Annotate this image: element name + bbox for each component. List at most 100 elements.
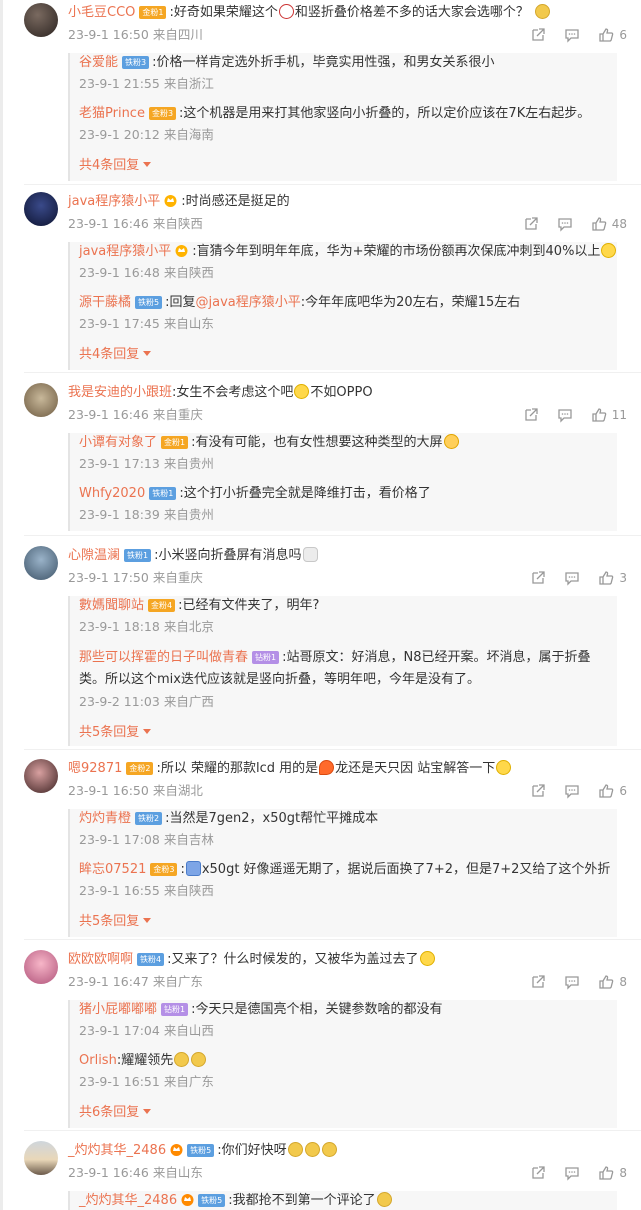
like-button[interactable]: 3 [598, 570, 627, 586]
divider [24, 1130, 641, 1131]
smirk-emoji-icon [443, 434, 459, 449]
sticker-emoji-icon [185, 861, 201, 876]
more-replies-link[interactable]: 共6条回复 [70, 1103, 617, 1123]
comment-button[interactable] [564, 783, 580, 799]
reply-username[interactable]: 源干藤橘 [79, 295, 131, 310]
comment-icon [565, 29, 580, 43]
comment-actions: 8 [530, 973, 627, 991]
reply-meta: 23-9-1 17:45 来自山东 [79, 316, 214, 331]
cat-emoji-icon [304, 1142, 320, 1157]
like-count: 8 [619, 1166, 627, 1180]
share-button[interactable] [530, 27, 546, 43]
divider [24, 939, 641, 940]
avatar[interactable] [24, 546, 58, 580]
reply-meta: 23-9-1 18:39 来自贵州 [79, 507, 214, 522]
comment-meta: 23-9-1 16:46 来自陕西 [68, 216, 203, 231]
vip-crown-icon [170, 1144, 183, 1156]
avatar[interactable] [24, 759, 58, 793]
comment-actions: 48 [523, 215, 627, 233]
comment-meta: 23-9-1 16:47 来自广东 [68, 974, 203, 989]
comment-actions: 3 [530, 569, 627, 587]
reply-username[interactable]: 數媽聞聊站 [79, 598, 144, 613]
reply-username[interactable]: Whfy2020 [79, 486, 145, 501]
fire-emoji-icon [319, 760, 335, 775]
comment-username[interactable]: 心隙温澜 [68, 548, 120, 563]
comment-username[interactable]: _灼灼其华_2486 [68, 1143, 166, 1158]
like-button[interactable]: 8 [598, 974, 627, 990]
like-button[interactable]: 48 [591, 216, 627, 232]
avatar[interactable] [24, 383, 58, 417]
more-replies-link[interactable]: 共5条回复 [70, 723, 617, 743]
mention-link[interactable]: @java程序猿小平 [196, 295, 301, 310]
share-button[interactable] [530, 570, 546, 586]
like-count: 8 [619, 975, 627, 989]
reply-username[interactable]: 猪小屁嘟嘟嘟 [79, 1002, 157, 1017]
comment-actions: 6 [530, 26, 627, 44]
reply-text: :盲猜今年到明年年底，华为+荣耀的市场份额再次保底冲刺到40%以上 [192, 244, 601, 259]
more-replies-link[interactable]: 共5条回复 [70, 912, 617, 932]
comment-text: 龙还是天只因 站宝解答一下 [335, 761, 496, 776]
reply-meta: 23-9-1 16:51 来自广东 [79, 1074, 214, 1089]
comment-actions: 8 [530, 1164, 627, 1182]
reply-username[interactable]: 眸忘07521 [79, 862, 146, 877]
fan-badge: 铁粉1 [124, 549, 152, 562]
fan-badge: 金粉4 [148, 599, 176, 612]
comment-button[interactable] [564, 27, 580, 43]
reply-meta: 23-9-1 17:08 来自吉林 [79, 832, 214, 847]
comment-username[interactable]: java程序猿小平 [68, 194, 160, 209]
share-button[interactable] [523, 216, 539, 232]
like-button[interactable]: 8 [598, 1165, 627, 1181]
reply-item: 那些可以挥霍的日子叫做青春 钻粉1:站哥原文：好消息，N8已经开案。坏消息，属于折… [70, 647, 617, 711]
comment-button[interactable] [564, 974, 580, 990]
more-replies-link[interactable]: 共4条回复 [70, 345, 617, 365]
reply-text: :今年年底吧华为20左右，荣耀15左右 [300, 295, 521, 310]
like-button[interactable]: 6 [598, 783, 627, 799]
avatar[interactable] [24, 3, 58, 37]
reply-meta: 23-9-1 17:13 来自贵州 [79, 456, 214, 471]
reply-username[interactable]: java程序猿小平 [79, 244, 171, 259]
share-button[interactable] [530, 1165, 546, 1181]
like-button[interactable]: 11 [591, 407, 627, 423]
fan-badge: 铁粉5 [135, 296, 163, 309]
fan-badge: 钻粉1 [161, 1003, 189, 1016]
vip-crown-icon [164, 195, 177, 207]
more-replies-link[interactable]: 共4条回复 [70, 156, 617, 176]
comment-button[interactable] [564, 570, 580, 586]
reply-username[interactable]: 老猫Prince [79, 106, 145, 121]
comment-text: 和竖折叠价格差不多的话大家会选哪个？ [294, 5, 529, 20]
like-button[interactable]: 6 [598, 27, 627, 43]
share-button[interactable] [530, 974, 546, 990]
share-button[interactable] [530, 783, 546, 799]
reply-username[interactable]: Orlish [79, 1053, 117, 1068]
avatar[interactable] [24, 192, 58, 226]
comment-button[interactable] [557, 407, 573, 423]
comment-button[interactable] [564, 1165, 580, 1181]
reply-username[interactable]: 小谭有对象了 [79, 435, 157, 450]
reply-username[interactable]: 那些可以挥霍的日子叫做青春 [79, 650, 248, 665]
comment-icon [558, 218, 572, 232]
reply-item: 數媽聞聊站 金粉4:已经有文件夹了，明年? 23-9-1 18:18 来自北京 [70, 596, 617, 636]
reply-username[interactable]: 谷爱能 [79, 55, 118, 70]
reply-username[interactable]: _灼灼其华_2486 [79, 1193, 177, 1208]
reply-list: 谷爱能 铁粉3:价格一样肯定选外折手机，毕竟实用性强，和男女关系很小 23-9-1… [68, 53, 617, 181]
reply-username[interactable]: 灼灼青橙 [79, 811, 131, 826]
comment-username[interactable]: 嗯92871 [68, 761, 122, 776]
thumbs-up-icon [592, 408, 607, 422]
share-button[interactable] [523, 407, 539, 423]
avatar[interactable] [24, 950, 58, 984]
cat-emoji-icon [534, 4, 550, 19]
reply-text: :这个打小折叠完全就是降维打击，看价格了 [179, 486, 431, 501]
thumbs-up-icon [599, 28, 614, 42]
fan-badge: 铁粉5 [198, 1194, 226, 1207]
comment-username[interactable]: 我是安迪的小跟班 [68, 385, 172, 400]
avatar[interactable] [24, 1141, 58, 1175]
comment-username[interactable]: 欧欧欧啊啊 [68, 952, 133, 967]
speech-bubble-emoji-icon [302, 547, 318, 562]
reply-list: 灼灼青橙 铁粉2:当然是7gen2，x50gt帮忙平摊成本 23-9-1 17:0… [68, 809, 617, 937]
comment-button[interactable] [557, 216, 573, 232]
cat-emoji-icon [191, 1052, 207, 1067]
comment-username[interactable]: 小毛豆CCO [68, 5, 135, 20]
caret-down-icon [143, 1109, 152, 1114]
reply-item: _灼灼其华_2486 铁粉5:我都抢不到第一个评论了 [70, 1191, 617, 1210]
fan-badge: 铁粉1 [149, 487, 177, 500]
